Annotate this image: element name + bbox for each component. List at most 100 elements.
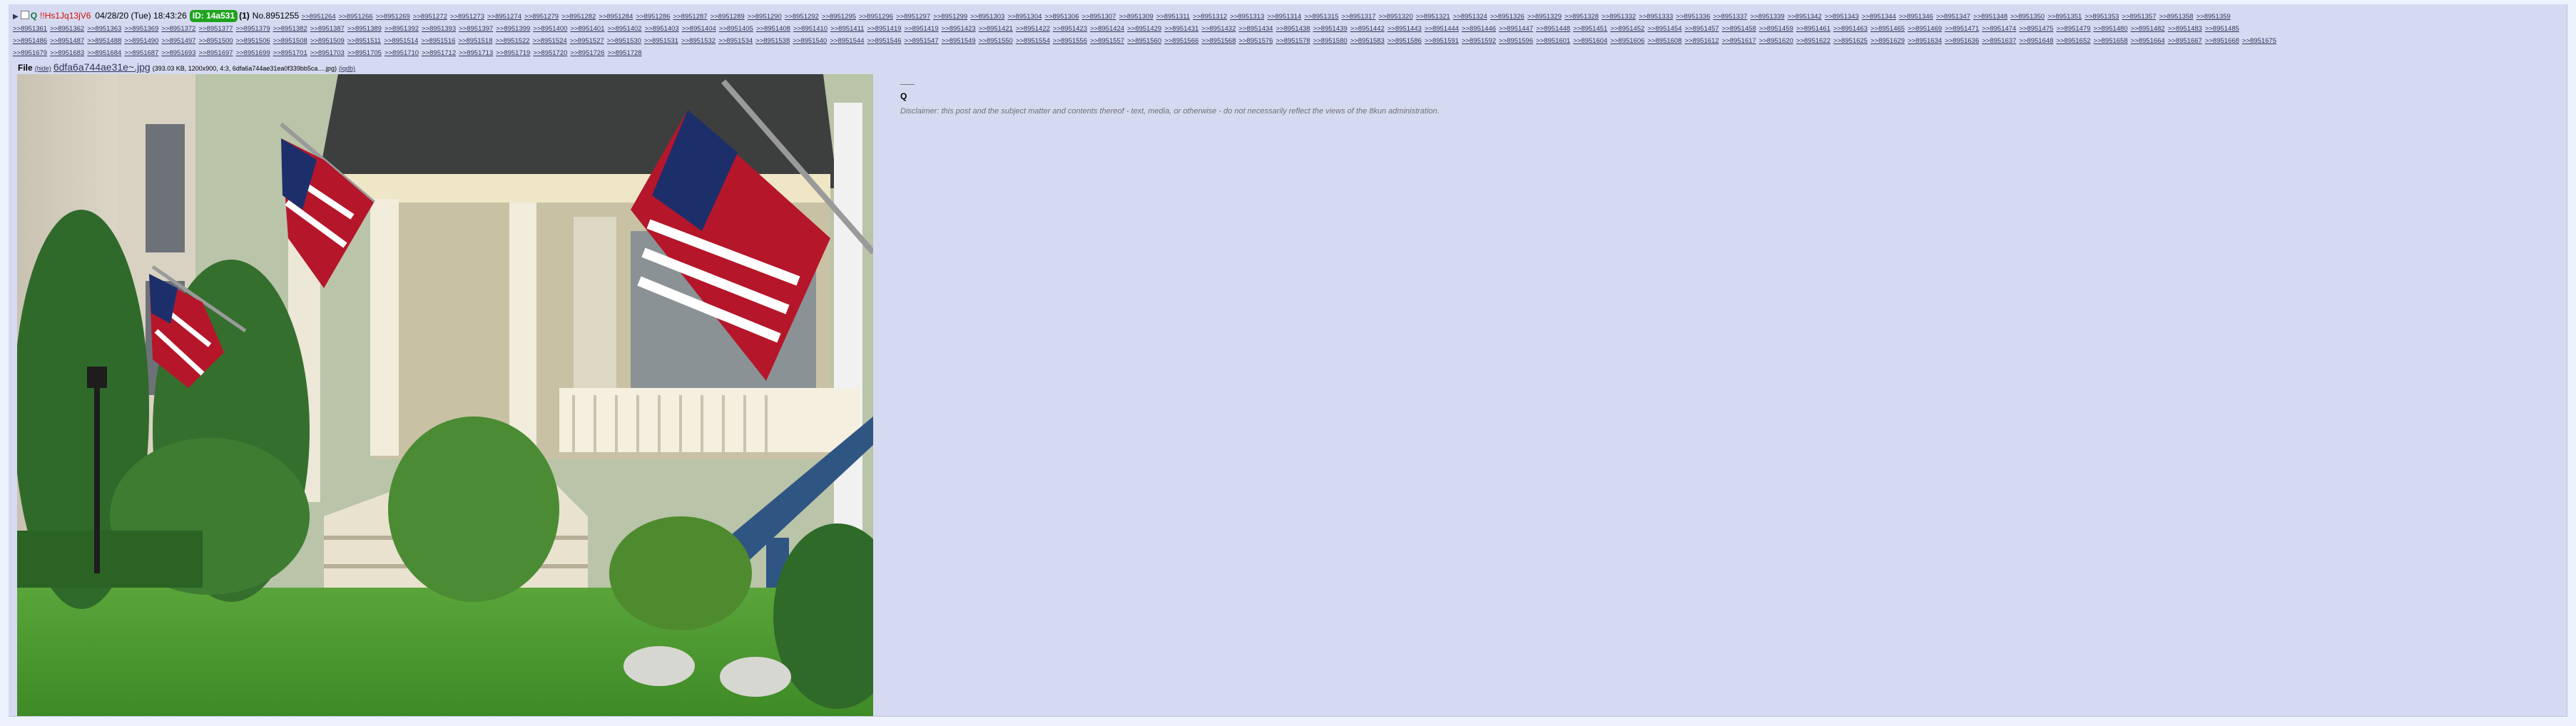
reply-backlink[interactable]: >>8951452: [1610, 23, 1644, 35]
post-menu-arrow-icon[interactable]: ▶: [13, 13, 19, 21]
reply-backlink[interactable]: >>8951557: [1090, 35, 1124, 47]
reply-backlink[interactable]: >>8951465: [1870, 23, 1905, 35]
reply-backlink[interactable]: >>8951524: [533, 35, 567, 47]
reply-backlink[interactable]: >>8951482: [2131, 23, 2165, 35]
reply-backlink[interactable]: >>8951612: [1685, 35, 1719, 47]
reply-backlink[interactable]: >>8951486: [13, 35, 47, 47]
reply-backlink[interactable]: >>8951701: [273, 47, 307, 59]
reply-backlink[interactable]: >>8951362: [50, 23, 84, 35]
reply-backlink[interactable]: >>8951479: [2056, 23, 2090, 35]
reply-backlink[interactable]: >>8951408: [756, 23, 790, 35]
reply-backlink[interactable]: >>8951423: [1053, 23, 1087, 35]
reply-backlink[interactable]: >>8951506: [236, 35, 270, 47]
reply-backlink[interactable]: >>8951556: [1053, 35, 1087, 47]
reply-backlink[interactable]: >>8951622: [1796, 35, 1831, 47]
reply-backlink[interactable]: >>8951369: [124, 23, 158, 35]
reply-backlink[interactable]: >>8951474: [1982, 23, 2016, 35]
reply-backlink[interactable]: >>8951350: [2010, 11, 2045, 23]
reply-backlink[interactable]: >>8951419: [867, 23, 901, 35]
reply-backlink[interactable]: >>8951487: [50, 35, 84, 47]
reply-backlink[interactable]: >>8951514: [384, 35, 418, 47]
reply-backlink[interactable]: >>8951719: [496, 47, 530, 59]
reply-backlink[interactable]: >>8951683: [50, 47, 84, 59]
reply-backlink[interactable]: >>8951439: [1313, 23, 1348, 35]
reply-backlink[interactable]: >>8951434: [1238, 23, 1273, 35]
reply-backlink[interactable]: >>8951421: [979, 23, 1013, 35]
reply-backlink[interactable]: >>8951332: [1602, 11, 1636, 23]
reply-backlink[interactable]: >>8951516: [421, 35, 455, 47]
reply-backlink[interactable]: >>8951292: [785, 11, 819, 23]
reply-backlink[interactable]: >>8951480: [2094, 23, 2128, 35]
reply-backlink[interactable]: >>8951703: [310, 47, 345, 59]
reply-backlink[interactable]: >>8951728: [608, 47, 642, 59]
reply-backlink[interactable]: >>8951317: [1341, 11, 1375, 23]
reply-backlink[interactable]: >>8951342: [1788, 11, 1822, 23]
reply-backlink[interactable]: >>8951511: [347, 35, 381, 47]
reply-backlink[interactable]: >>8951379: [236, 23, 270, 35]
reply-backlink[interactable]: >>8951710: [385, 47, 419, 59]
reply-backlink[interactable]: >>8951321: [1416, 11, 1450, 23]
reply-backlink[interactable]: >>8951442: [1350, 23, 1385, 35]
reply-backlink[interactable]: >>8951485: [2205, 23, 2239, 35]
reply-backlink[interactable]: >>8951636: [1945, 35, 1979, 47]
reply-backlink[interactable]: >>8951279: [524, 11, 559, 23]
reply-backlink[interactable]: >>8951306: [1044, 11, 1079, 23]
reply-backlink[interactable]: >>8951712: [422, 47, 456, 59]
reply-backlink[interactable]: >>8951438: [1276, 23, 1310, 35]
reply-backlink[interactable]: >>8951392: [385, 23, 419, 35]
reply-backlink[interactable]: >>8951431: [1164, 23, 1198, 35]
reply-backlink[interactable]: >>8951697: [198, 47, 233, 59]
reply-backlink[interactable]: >>8951320: [1379, 11, 1413, 23]
reply-backlink[interactable]: >>8951463: [1833, 23, 1868, 35]
reply-backlink[interactable]: >>8951458: [1722, 23, 1756, 35]
reply-backlink[interactable]: >>8951297: [896, 11, 930, 23]
reply-backlink[interactable]: >>8951490: [124, 35, 158, 47]
reply-backlink[interactable]: >>8951497: [161, 35, 195, 47]
reply-backlink[interactable]: >>8951324: [1453, 11, 1487, 23]
reply-backlink[interactable]: >>8951596: [1499, 35, 1533, 47]
reply-backlink[interactable]: >>8951530: [607, 35, 641, 47]
reply-backlink[interactable]: >>8951451: [1573, 23, 1607, 35]
reply-backlink[interactable]: >>8951389: [347, 23, 382, 35]
reply-backlink[interactable]: >>8951459: [1759, 23, 1793, 35]
reply-backlink[interactable]: >>8951560: [1127, 35, 1161, 47]
reply-backlink[interactable]: >>8951568: [1201, 35, 1236, 47]
reply-backlink[interactable]: >>8951423: [942, 23, 976, 35]
reply-backlink[interactable]: >>8951508: [273, 35, 307, 47]
reply-backlink[interactable]: >>8951304: [1007, 11, 1042, 23]
reply-backlink[interactable]: >>8951326: [1490, 11, 1524, 23]
reply-backlink[interactable]: >>8951549: [942, 35, 976, 47]
reply-backlink[interactable]: >>8951313: [1230, 11, 1264, 23]
reply-backlink[interactable]: >>8951372: [161, 23, 195, 35]
reply-backlink[interactable]: >>8951282: [561, 11, 596, 23]
reply-backlink[interactable]: >>8951402: [608, 23, 642, 35]
reply-backlink[interactable]: >>8951361: [13, 23, 47, 35]
reply-backlink[interactable]: >>8951343: [1825, 11, 1859, 23]
reply-backlink[interactable]: >>8951586: [1388, 35, 1422, 47]
reply-backlink[interactable]: >>8951687: [124, 47, 158, 59]
reply-backlink[interactable]: >>8951296: [859, 11, 893, 23]
reply-backlink[interactable]: >>8951443: [1388, 23, 1422, 35]
reply-backlink[interactable]: >>8951295: [822, 11, 856, 23]
reply-backlink[interactable]: >>8951273: [450, 11, 484, 23]
reply-backlink[interactable]: >>8951303: [970, 11, 1004, 23]
reply-backlink[interactable]: >>8951566: [1164, 35, 1198, 47]
reply-backlink[interactable]: >>8951713: [459, 47, 493, 59]
reply-backlink[interactable]: >>8951534: [718, 35, 753, 47]
reply-backlink[interactable]: >>8951333: [1639, 11, 1673, 23]
reply-backlink[interactable]: >>8951444: [1425, 23, 1459, 35]
reply-backlink[interactable]: >>8951648: [2019, 35, 2053, 47]
reply-backlink[interactable]: >>8951400: [533, 23, 567, 35]
reply-backlink[interactable]: >>8951608: [1647, 35, 1681, 47]
reply-backlink[interactable]: >>8951401: [570, 23, 604, 35]
poster-id-badge[interactable]: ID: 14a531: [189, 10, 238, 22]
reply-backlink[interactable]: >>8951699: [236, 47, 270, 59]
reply-backlink[interactable]: >>8951410: [793, 23, 828, 35]
reply-backlink[interactable]: >>8951284: [599, 11, 633, 23]
reply-backlink[interactable]: >>8951500: [198, 35, 233, 47]
post-select-checkbox[interactable]: [20, 11, 29, 19]
reply-backlink[interactable]: >>8951544: [830, 35, 864, 47]
reply-backlink[interactable]: >>8951693: [161, 47, 195, 59]
reply-backlink[interactable]: >>8951457: [1685, 23, 1719, 35]
reply-backlink[interactable]: >>8951344: [1862, 11, 1896, 23]
